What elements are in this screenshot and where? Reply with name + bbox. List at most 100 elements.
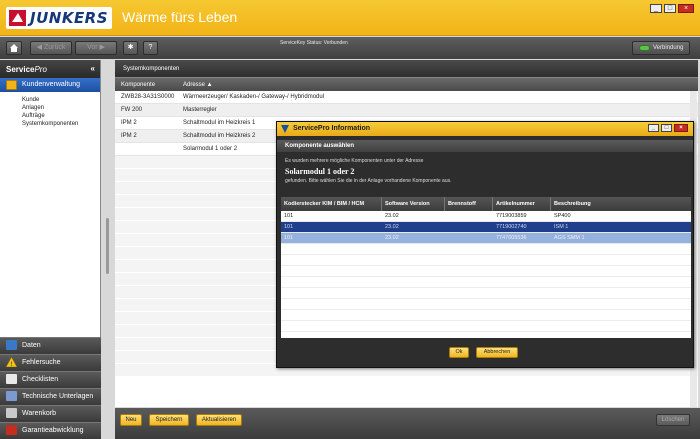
cell-komponente: IPM 2 <box>121 133 137 139</box>
window-controls: _ □ × <box>650 4 694 13</box>
sidebar-sub-item-kunde[interactable]: Kunde <box>22 96 100 104</box>
sidebar-item-garantieabwicklung[interactable]: Garantieabwicklung <box>0 422 101 439</box>
dialog-minimize-button[interactable]: _ <box>648 124 659 132</box>
dialog-titlebar: ServicePro Information _ □ × <box>277 122 693 136</box>
table-header: Komponente Adresse ▲ <box>115 77 698 91</box>
cell-komponente: ZWB28-3A31S0000 <box>121 94 175 100</box>
help-button[interactable]: ? <box>143 41 158 55</box>
junkers-logo: JUNKERS <box>6 7 112 29</box>
sidebar-sub-item-anlagen[interactable]: Anlagen <box>22 104 100 112</box>
sidebar-item-warenkorb[interactable]: Warenkorb <box>0 405 101 422</box>
forward-label: Vor <box>87 44 98 51</box>
brand-prefix: Service <box>6 65 35 74</box>
info-address: Solarmodul 1 oder 2 <box>285 167 355 176</box>
home-icon <box>10 44 18 52</box>
cell-software: 23.02 <box>385 235 399 241</box>
cell-artikel: 7747005536 <box>496 235 527 241</box>
new-button[interactable]: Neu <box>120 414 142 426</box>
column-header-kodierstecker[interactable]: Kodierstecker KIM / BIM / HCM <box>281 197 382 211</box>
info-line-1: Es wurden mehrere mögliche Komponenten u… <box>285 158 424 164</box>
refresh-button[interactable]: Aktualisieren <box>196 414 242 426</box>
delete-button[interactable]: Löschen <box>656 414 690 426</box>
cell-adresse: Schaltmodul im Heizkreis 2 <box>183 133 256 139</box>
maximize-button[interactable]: □ <box>664 4 676 13</box>
dialog-maximize-button[interactable]: □ <box>661 124 672 132</box>
sidebar-item-label: Technische Unterlagen <box>22 393 94 400</box>
empty-row <box>281 321 691 332</box>
sidebar-item-fehlersuche[interactable]: ! Fehlersuche <box>0 354 101 371</box>
cart-icon <box>6 408 17 418</box>
forward-arrow-icon: ▶ <box>97 44 105 51</box>
cell-adresse: Schaltmodul im Heizkreis 1 <box>183 120 256 126</box>
warning-icon: ! <box>6 357 17 367</box>
cell-adresse: Masterregler <box>183 107 217 113</box>
table-row[interactable]: FW 200 Masterregler <box>115 104 698 117</box>
dialog-title: ServicePro Information <box>293 125 371 132</box>
sidebar-sub-item-auftraege[interactable]: Aufträge <box>22 112 100 120</box>
dialog-subtitle: Komponente auswählen <box>277 140 693 152</box>
connection-indicator-icon <box>639 45 650 51</box>
save-button[interactable]: Speichern <box>149 414 189 426</box>
sidebar-item-kundenverwaltung[interactable]: Kundenverwaltung <box>0 78 100 92</box>
dialog-close-button[interactable]: × <box>674 124 688 132</box>
sidebar-item-label: Daten <box>22 342 41 349</box>
table-row-highlighted[interactable]: 101 23.02 7747005536 AGS SMM 1 <box>281 233 691 244</box>
svg-text:!: ! <box>10 361 12 367</box>
collapse-sidebar-button[interactable]: « <box>91 64 95 73</box>
data-icon <box>6 340 17 350</box>
connection-label: Verbindung <box>653 45 684 51</box>
back-label: Zurück <box>43 44 66 51</box>
documents-icon <box>6 391 17 401</box>
empty-row <box>281 288 691 299</box>
column-header-software-version[interactable]: Software Version <box>382 197 445 211</box>
forward-button[interactable]: Vor ▶ <box>75 41 117 55</box>
cell-kodierstecker: 101 <box>284 213 294 219</box>
table-row[interactable]: 101 23.02 7719003859 SP400 <box>281 211 691 222</box>
sidebar-item-technische-unterlagen[interactable]: Technische Unterlagen <box>0 388 101 405</box>
empty-row <box>281 299 691 310</box>
cell-beschreibung: ISM 1 <box>554 224 569 230</box>
cell-kodierstecker: 101 <box>284 235 294 241</box>
table-row-selected[interactable]: 101 23.02 7719002740 ISM 1 <box>281 222 691 233</box>
slogan: Wärme fürs Leben <box>122 9 238 25</box>
ok-button[interactable]: Ok <box>449 347 469 358</box>
close-button[interactable]: × <box>678 4 694 13</box>
sidebar-item-checklisten[interactable]: Checklisten <box>0 371 101 388</box>
column-header-beschreibung[interactable]: Beschreibung <box>551 197 691 211</box>
dialog-button-bar: Ok Abbrechen <box>277 341 693 367</box>
cell-beschreibung: AGS SMM 1 <box>554 235 585 241</box>
sidebar-scrollbar[interactable] <box>106 218 109 274</box>
sidebar-item-label: Warenkorb <box>22 410 56 417</box>
brand-suffix: Pro <box>34 65 47 74</box>
empty-row <box>281 244 691 255</box>
cell-kodierstecker: 101 <box>284 224 294 230</box>
sidebar-item-daten[interactable]: Daten <box>0 337 101 354</box>
servicepro-info-dialog: ServicePro Information _ □ × Komponente … <box>276 121 694 368</box>
column-header-brennstoff[interactable]: Brennstoff <box>445 197 493 211</box>
home-button[interactable] <box>6 41 22 55</box>
toolbar: ◀ Zurück Vor ▶ ✱ ? ServiceKey Status: Ve… <box>0 37 700 59</box>
empty-row <box>281 255 691 266</box>
column-header-artikelnummer[interactable]: Artikelnummer <box>493 197 551 211</box>
cell-komponente: FW 200 <box>121 107 143 113</box>
cancel-button[interactable]: Abbrechen <box>476 347 518 358</box>
brand-name: JUNKERS <box>30 9 109 27</box>
sidebar-sub-items: Kunde Anlagen Aufträge Systemkomponenten <box>0 92 100 128</box>
component-table: Kodierstecker KIM / BIM / HCM Software V… <box>281 197 691 343</box>
minimize-button[interactable]: _ <box>650 4 662 13</box>
checklist-icon <box>6 374 17 384</box>
connection-button[interactable]: Verbindung <box>632 41 690 55</box>
sidebar-sub-item-systemkomponenten[interactable]: Systemkomponenten <box>22 120 100 128</box>
cell-adresse: Solarmodul 1 oder 2 <box>183 146 238 152</box>
column-header-komponente[interactable]: Komponente <box>121 78 155 92</box>
column-header-adresse[interactable]: Adresse ▲ <box>183 78 213 92</box>
empty-row <box>281 266 691 277</box>
empty-row <box>281 277 691 288</box>
settings-button[interactable]: ✱ <box>123 41 138 55</box>
empty-row <box>281 310 691 321</box>
sidebar-item-label: Fehlersuche <box>22 359 61 366</box>
table-row[interactable]: ZWB28-3A31S0000 Wärmeerzeuger/ Kaskaden-… <box>115 91 698 104</box>
back-button[interactable]: ◀ Zurück <box>30 41 72 55</box>
info-line-2: gefunden. Bitte wählen Sie die in der An… <box>285 178 452 184</box>
servicepro-brand: ServicePro « <box>0 60 100 78</box>
